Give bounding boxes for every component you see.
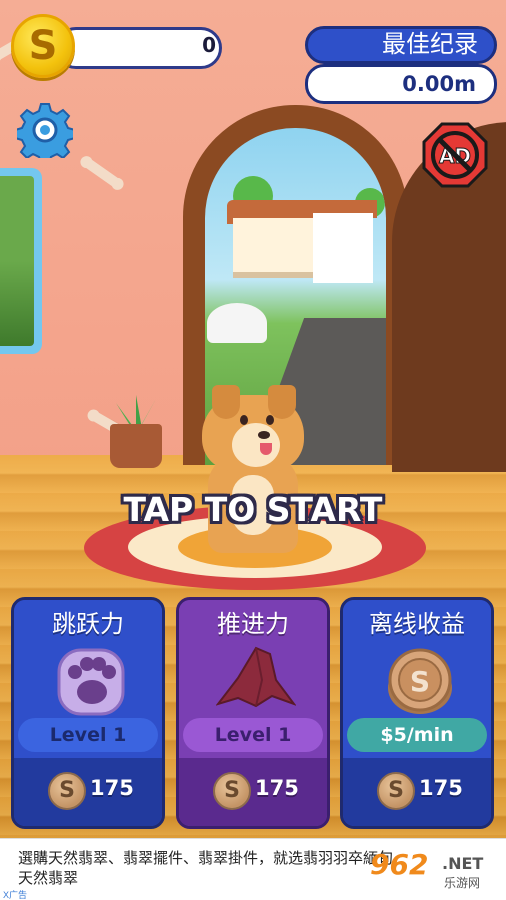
upgrade-card-offline-income[interactable]: 离线收益 S $5/min S 175: [340, 597, 494, 829]
coin-icon: S: [48, 772, 86, 810]
ad-text[interactable]: 選購天然翡翠、翡翠擺件、翡翠掛件，就选翡羽羽卒緬甸天然翡翠: [18, 849, 398, 889]
upgrade-card-thrust[interactable]: 推进力 Level 1 S 175: [176, 597, 330, 829]
coin-icon: S: [213, 772, 251, 810]
upgrade-level: $5/min: [347, 718, 487, 752]
tap-to-start-prompt[interactable]: TAP TO START: [0, 490, 506, 529]
bone-decoration: [82, 157, 122, 189]
best-record-value: 0.00m: [305, 64, 497, 104]
best-record-label: 最佳纪录: [305, 26, 497, 64]
coin-icon: S: [388, 648, 452, 714]
upgrade-level: Level 1: [18, 718, 158, 752]
ad-label: X广告: [3, 890, 28, 900]
coin-icon: S: [377, 772, 415, 810]
upgrade-title: 离线收益: [369, 611, 465, 638]
upgrade-level: Level 1: [183, 718, 323, 752]
upgrade-cost: 175: [255, 776, 299, 800]
plant-pot: [110, 424, 162, 468]
upgrade-card-jump[interactable]: 跳跃力 Level 1 S 175: [11, 597, 165, 829]
upgrade-title: 跳跃力: [52, 611, 124, 638]
upgrade-cost: 175: [90, 776, 134, 800]
svg-text:S: S: [410, 665, 430, 698]
coin-counter: 0: [55, 27, 222, 69]
paw-icon: [57, 648, 125, 716]
upgrade-cost: 175: [419, 776, 463, 800]
cape-icon: [216, 646, 296, 708]
site-watermark-logo: 962 .NET 乐游网: [370, 848, 484, 890]
upgrade-title: 推进力: [217, 611, 289, 638]
remove-ads-button[interactable]: AD: [422, 122, 488, 188]
coin-count: 0: [202, 33, 216, 57]
wall-picture: [0, 168, 42, 354]
gear-icon[interactable]: [17, 102, 73, 158]
coin-icon: S: [11, 14, 75, 78]
